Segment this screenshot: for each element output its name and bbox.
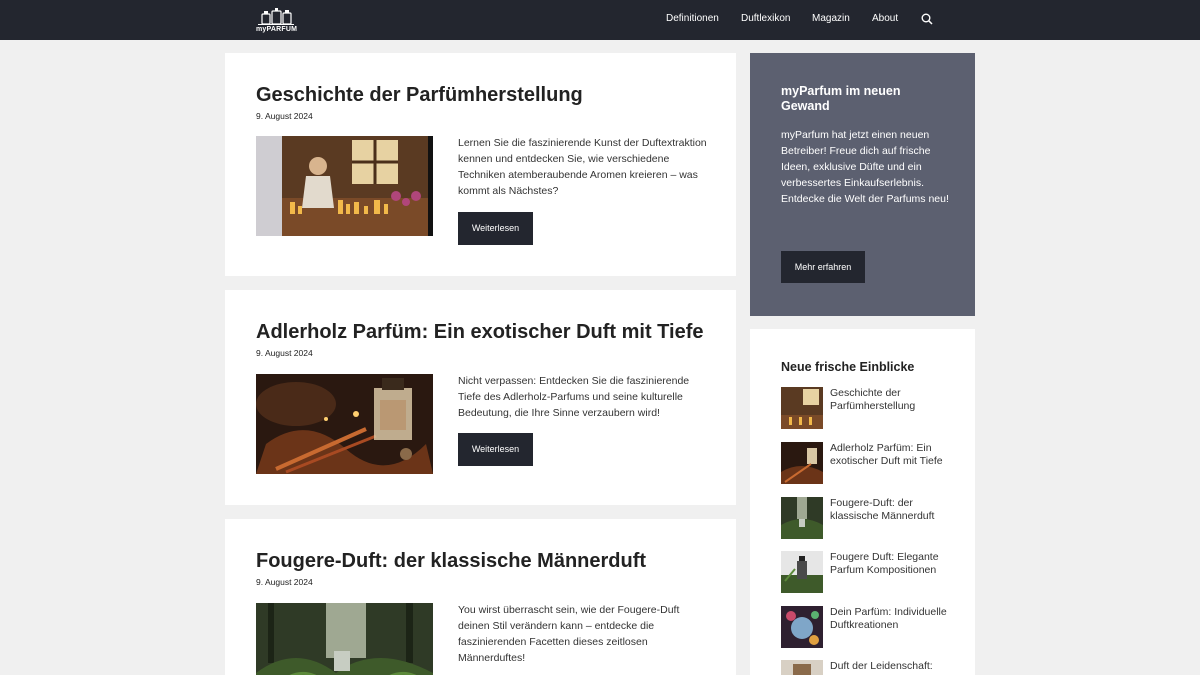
- post-excerpt: Nicht verpassen: Entdecken Sie die faszi…: [458, 375, 690, 419]
- post-image[interactable]: [256, 374, 433, 474]
- read-more-button[interactable]: Weiterlesen: [458, 433, 533, 466]
- site-header: myPARFUM Definitionen Duftlexikon Magazi…: [0, 0, 1200, 40]
- widget-title: Neue frische Einblicke: [781, 360, 915, 374]
- recent-post-thumbnail[interactable]: [781, 442, 823, 484]
- post-card: Fougere-Duft: der klassische Männerduft …: [225, 519, 736, 675]
- recent-post-thumbnail[interactable]: [781, 660, 823, 675]
- recent-post-item[interactable]: Fougere-Duft: der klassische Männerduft: [781, 497, 961, 539]
- promo-widget: myParfum im neuen Gewand myParfum hat je…: [750, 53, 975, 316]
- post-card: Adlerholz Parfüm: Ein exotischer Duft mi…: [225, 290, 736, 505]
- recent-post-title[interactable]: Fougere Duft: Elegante Parfum Kompositio…: [830, 551, 950, 576]
- recent-post-title[interactable]: Geschichte der Parfümherstellung: [830, 387, 950, 412]
- nav-duftlexikon[interactable]: Duftlexikon: [741, 13, 790, 24]
- recent-post-thumbnail[interactable]: [781, 387, 823, 429]
- search-icon[interactable]: [921, 13, 933, 25]
- recent-posts-widget: Neue frische Einblicke Geschichte der Pa…: [750, 329, 975, 675]
- post-title[interactable]: Geschichte der Parfümherstellung: [256, 84, 583, 107]
- post-date: 9. August 2024: [256, 111, 313, 121]
- perfume-logo-icon: [258, 8, 294, 25]
- recent-post-thumbnail[interactable]: [781, 551, 823, 593]
- post-title[interactable]: Adlerholz Parfüm: Ein exotischer Duft mi…: [256, 321, 703, 344]
- post-excerpt: You wirst überrascht sein, wie der Fouge…: [458, 604, 680, 664]
- recent-post-item[interactable]: Dein Parfüm: Individuelle Duftkreationen: [781, 606, 961, 648]
- recent-post-item[interactable]: Duft der Leidenschaft:: [781, 660, 961, 675]
- recent-post-title[interactable]: Fougere-Duft: der klassische Männerduft: [830, 497, 950, 522]
- post-card: Geschichte der Parfümherstellung 9. Augu…: [225, 53, 736, 276]
- recent-post-title[interactable]: Adlerholz Parfüm: Ein exotischer Duft mi…: [830, 442, 950, 467]
- post-title[interactable]: Fougere-Duft: der klassische Männerduft: [256, 550, 646, 573]
- post-image[interactable]: [256, 136, 433, 236]
- nav-about[interactable]: About: [872, 13, 898, 24]
- recent-post-title[interactable]: Dein Parfüm: Individuelle Duftkreationen: [830, 606, 950, 631]
- post-image[interactable]: [256, 603, 433, 675]
- recent-post-item[interactable]: Geschichte der Parfümherstellung: [781, 387, 961, 429]
- learn-more-button[interactable]: Mehr erfahren: [781, 251, 865, 283]
- recent-post-thumbnail[interactable]: [781, 606, 823, 648]
- post-date: 9. August 2024: [256, 348, 313, 358]
- post-date: 9. August 2024: [256, 577, 313, 587]
- promo-title: myParfum im neuen Gewand: [781, 84, 901, 113]
- recent-post-item[interactable]: Adlerholz Parfüm: Ein exotischer Duft mi…: [781, 442, 961, 484]
- recent-post-item[interactable]: Fougere Duft: Elegante Parfum Kompositio…: [781, 551, 961, 593]
- post-excerpt: Lernen Sie die faszinierende Kunst der D…: [458, 137, 707, 197]
- nav-magazin[interactable]: Magazin: [812, 13, 850, 24]
- site-logo[interactable]: myPARFUM: [256, 5, 298, 35]
- recent-post-thumbnail[interactable]: [781, 497, 823, 539]
- promo-text: myParfum hat jetzt einen neuen Betreiber…: [781, 129, 949, 205]
- logo-text: myPARFUM: [256, 26, 298, 33]
- recent-post-title[interactable]: Duft der Leidenschaft:: [830, 660, 950, 673]
- nav-definitionen[interactable]: Definitionen: [666, 13, 719, 24]
- read-more-button[interactable]: Weiterlesen: [458, 212, 533, 245]
